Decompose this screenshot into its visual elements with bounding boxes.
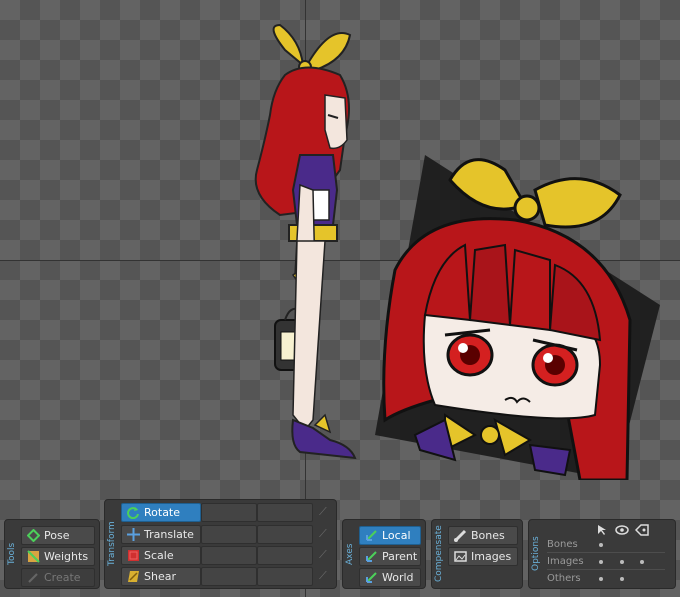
rotate-value-field-2[interactable] (257, 503, 313, 522)
rotate-button-label: Rotate (144, 506, 181, 519)
options-row-bones[interactable]: Bones (547, 537, 665, 552)
weights-button-label: Weights (44, 550, 89, 563)
axes-label: Axes (345, 543, 355, 565)
local-axes-icon (366, 530, 377, 541)
transform-panel: Transform Rotate ⟋ Translate ⟋ Scale ⟋ S… (104, 499, 337, 589)
others-visibility-toggle[interactable] (620, 577, 624, 581)
compensate-bones-label: Bones (471, 529, 505, 542)
translate-x-field[interactable] (201, 525, 257, 544)
rotate-key-icon[interactable]: ⟋ (319, 506, 331, 518)
local-axes-button[interactable]: Local (359, 526, 421, 545)
translate-y-field[interactable] (257, 525, 313, 544)
images-visibility-toggle[interactable] (620, 560, 624, 564)
scale-button-label: Scale (144, 549, 174, 562)
options-panel: Options Bones Images Others (528, 519, 676, 589)
chibi-character-image[interactable] (365, 150, 665, 480)
translate-button[interactable]: Translate (121, 525, 201, 544)
local-axes-label: Local (382, 529, 411, 542)
world-axes-button[interactable]: World (359, 568, 421, 587)
parent-axes-button[interactable]: Parent (359, 547, 421, 566)
create-button[interactable]: Create (21, 568, 95, 587)
editor-viewport[interactable] (0, 0, 680, 597)
compensate-label: Compensate (434, 525, 444, 583)
compensate-images-button[interactable]: Images (448, 547, 518, 566)
bones-icon (454, 529, 467, 542)
world-axes-icon (366, 572, 377, 583)
rotate-value-field[interactable] (201, 503, 257, 522)
tools-label: Tools (7, 542, 17, 566)
transform-label: Transform (107, 521, 117, 567)
options-row-label: Bones (547, 539, 578, 550)
shear-key-icon[interactable]: ⟋ (319, 570, 331, 582)
tools-panel: Tools Pose Weights Create (4, 519, 100, 589)
scale-x-field[interactable] (201, 546, 257, 565)
options-row-images[interactable]: Images (547, 554, 665, 569)
images-select-toggle[interactable] (599, 560, 603, 564)
pose-icon (27, 529, 40, 542)
images-names-toggle[interactable] (640, 560, 644, 564)
names-tag-icon[interactable] (635, 524, 649, 536)
weights-icon (27, 550, 40, 563)
scale-key-icon[interactable]: ⟋ (319, 549, 331, 561)
scale-icon (128, 550, 139, 561)
rotate-icon (127, 507, 139, 519)
shear-x-field[interactable] (201, 567, 257, 586)
weights-button[interactable]: Weights (21, 547, 95, 566)
options-row-label: Images (547, 556, 584, 567)
compensate-bones-button[interactable]: Bones (448, 526, 518, 545)
scale-y-field[interactable] (257, 546, 313, 565)
world-axes-label: World (382, 571, 414, 584)
pose-button[interactable]: Pose (21, 526, 95, 545)
options-divider (547, 569, 665, 570)
select-cursor-icon[interactable] (597, 524, 607, 536)
scale-button[interactable]: Scale (121, 546, 201, 565)
options-row-others[interactable]: Others (547, 571, 665, 586)
pose-button-label: Pose (44, 529, 70, 542)
parent-axes-label: Parent (382, 550, 418, 563)
create-icon (28, 573, 38, 583)
options-divider (547, 552, 665, 553)
translate-button-label: Translate (144, 528, 194, 541)
shear-button-label: Shear (144, 570, 176, 583)
axes-panel: Axes Local Parent World (342, 519, 426, 589)
others-select-toggle[interactable] (599, 577, 603, 581)
rotate-button[interactable]: Rotate (121, 503, 201, 522)
shear-icon (128, 571, 139, 582)
visibility-eye-icon[interactable] (615, 525, 629, 535)
full-body-character-image[interactable] (245, 20, 365, 470)
shear-button[interactable]: Shear (121, 567, 201, 586)
shear-y-field[interactable] (257, 567, 313, 586)
translate-key-icon[interactable]: ⟋ (319, 528, 331, 540)
compensate-images-label: Images (471, 550, 512, 563)
options-row-label: Others (547, 573, 581, 584)
compensate-panel: Compensate Bones Images (431, 519, 523, 589)
create-button-label: Create (44, 571, 81, 584)
options-label: Options (531, 536, 541, 572)
parent-axes-icon (366, 551, 377, 562)
images-icon (454, 551, 467, 562)
translate-icon (127, 528, 140, 541)
bones-select-toggle[interactable] (599, 543, 603, 547)
